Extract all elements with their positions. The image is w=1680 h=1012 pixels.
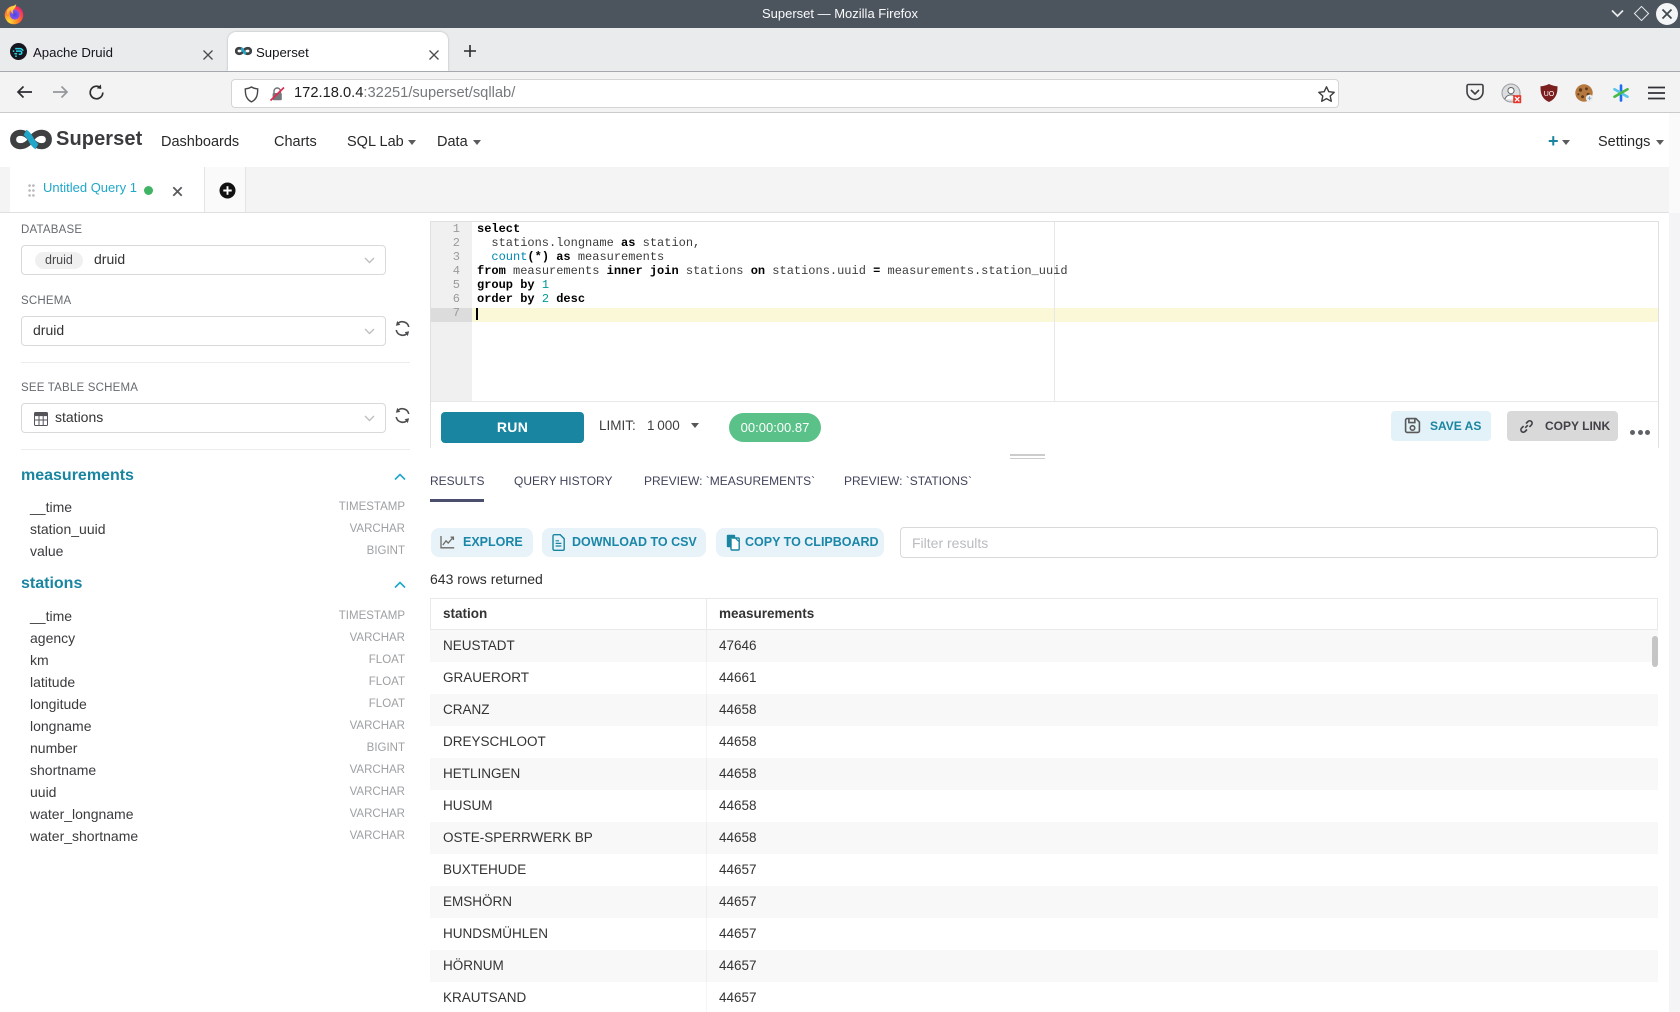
svg-text:UO: UO: [1544, 91, 1555, 98]
